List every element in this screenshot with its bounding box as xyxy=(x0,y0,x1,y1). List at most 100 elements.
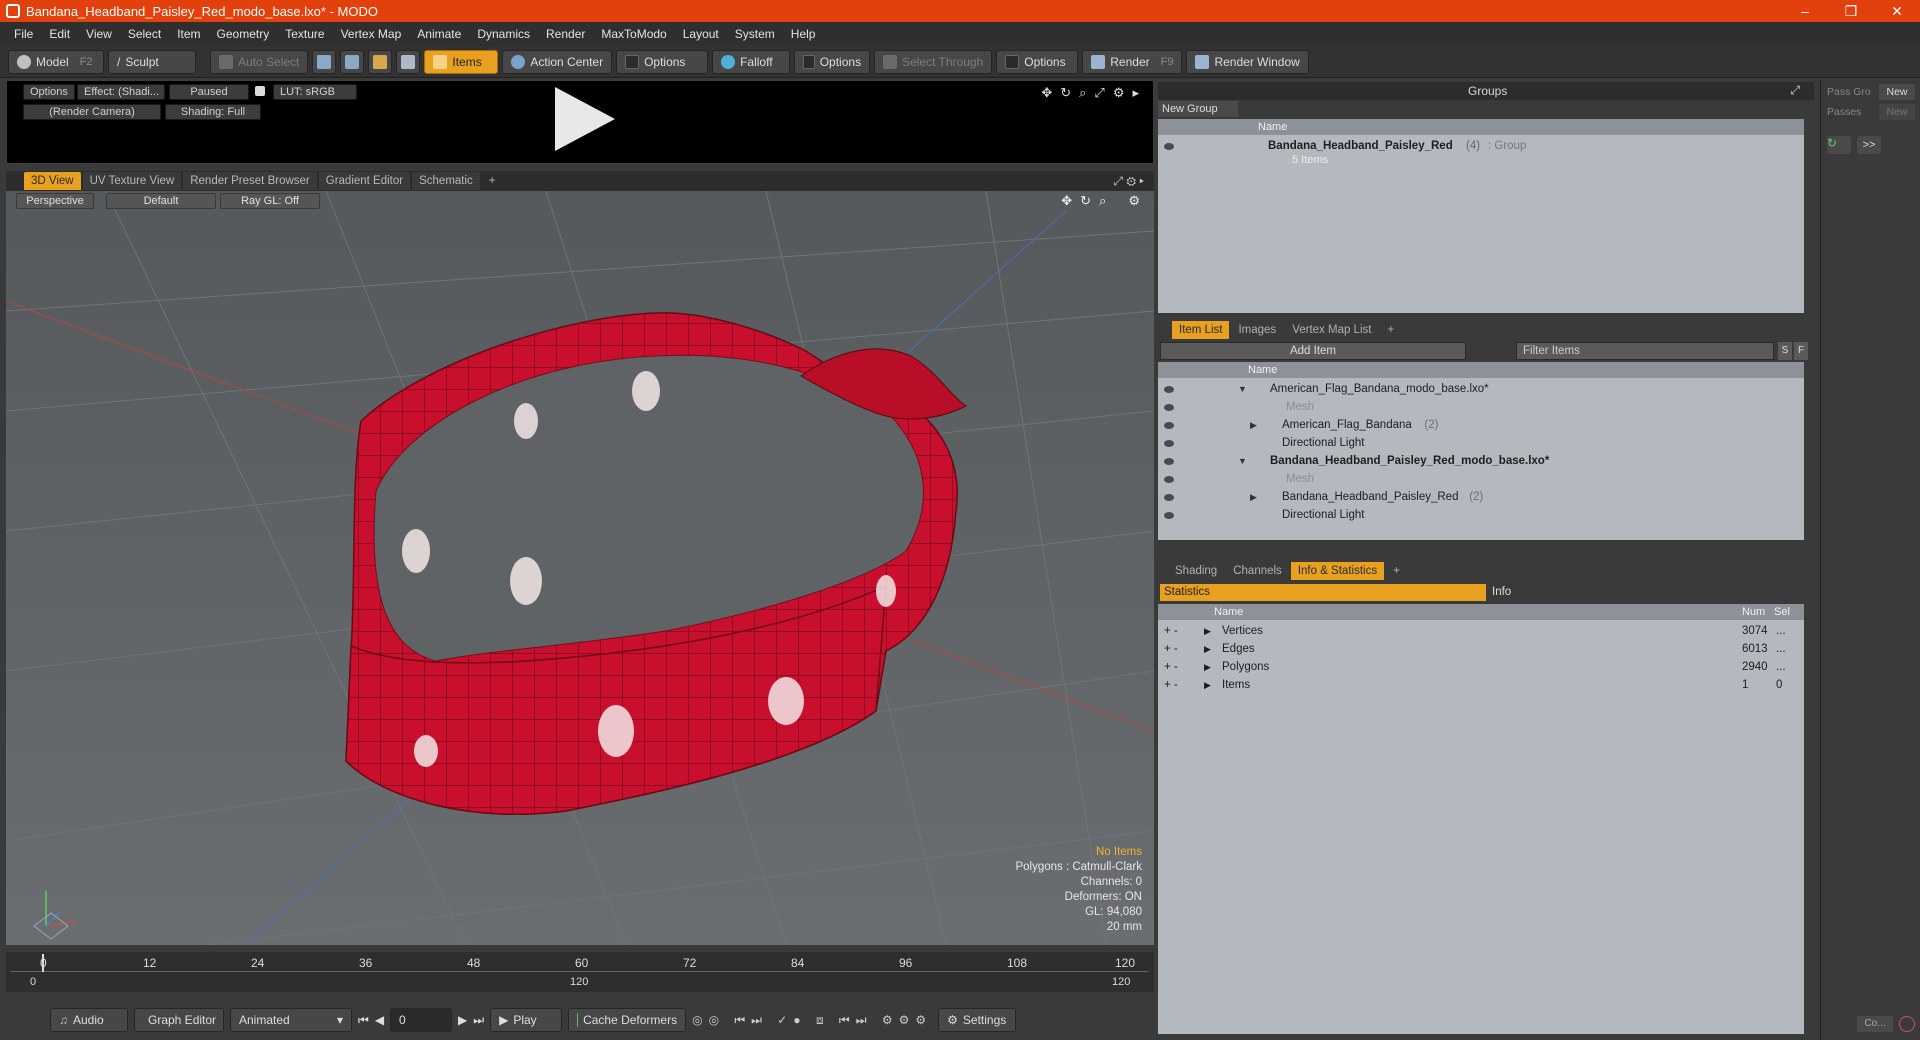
menu-render[interactable]: Render xyxy=(538,27,593,41)
expand-arrow-icon[interactable]: ▶ xyxy=(1250,488,1257,506)
add-tab-button[interactable]: + xyxy=(1386,562,1407,580)
preview-options-button[interactable]: Options xyxy=(23,84,75,100)
plus-minus-icon[interactable]: + - xyxy=(1164,622,1178,640)
tab-images[interactable]: Images xyxy=(1231,321,1284,339)
3d-viewport[interactable]: Perspective Default Ray GL: Off ✥ ↻ ⌕ ⚙ … xyxy=(6,191,1154,945)
action-center-button[interactable]: Action Center xyxy=(502,49,613,74)
expand-arrow-icon[interactable]: ▶ xyxy=(1204,640,1211,658)
menu-layout[interactable]: Layout xyxy=(675,27,727,41)
zoom-icon[interactable]: ⌕ xyxy=(1099,193,1106,209)
plus-minus-icon[interactable]: + - xyxy=(1164,658,1178,676)
falloff-options-button[interactable]: Options xyxy=(794,49,871,74)
plus-minus-icon[interactable]: + - xyxy=(1164,676,1178,694)
timeline[interactable]: 0 12 24 36 48 60 72 84 96 108 120 0 120 … xyxy=(6,952,1154,992)
render-button[interactable]: Render F9 xyxy=(1082,49,1183,74)
add-tab-button[interactable]: + xyxy=(482,172,503,190)
eye-icon[interactable] xyxy=(1164,143,1174,150)
expand-icon[interactable]: ⤢ xyxy=(1790,83,1800,98)
skip-forward-icon[interactable]: ⏭ xyxy=(473,1013,484,1028)
expand-icon[interactable]: ⤢ xyxy=(1094,85,1104,101)
skip-back-icon[interactable]: ⏮ xyxy=(358,1013,369,1028)
menu-help[interactable]: Help xyxy=(783,27,824,41)
polygons-mode-button[interactable] xyxy=(368,49,393,74)
item-list-row[interactable]: Mesh xyxy=(1158,398,1804,416)
select-through-options-button[interactable]: Options xyxy=(996,49,1079,74)
eye-icon[interactable] xyxy=(1164,422,1174,429)
preview-camera-dropdown[interactable]: (Render Camera) xyxy=(23,104,161,120)
statistics-row[interactable]: + - ▶ Items 1 0 xyxy=(1158,676,1804,694)
minimize-button[interactable]: – xyxy=(1782,0,1828,22)
expand-arrow-icon[interactable]: ▼ xyxy=(1238,452,1247,470)
frame-input[interactable]: 0 xyxy=(390,1008,453,1032)
tab-schematic[interactable]: Schematic xyxy=(412,172,480,190)
expand-arrow-icon[interactable]: ▼ xyxy=(1238,380,1247,398)
item-list-row[interactable]: Directional Light xyxy=(1158,506,1804,524)
sculpt-mode-button[interactable]: / Sculpt xyxy=(108,49,196,74)
pan-icon[interactable]: ✥ xyxy=(1061,193,1072,209)
menu-texture[interactable]: Texture xyxy=(277,27,332,41)
menu-view[interactable]: View xyxy=(78,27,120,41)
preview-lut-dropdown[interactable]: LUT: sRGB xyxy=(273,84,357,100)
new-group-button[interactable]: New Group xyxy=(1158,101,1238,117)
tab-channels[interactable]: Channels xyxy=(1226,562,1289,580)
plus-minus-icon[interactable]: + - xyxy=(1164,640,1178,658)
falloff-button[interactable]: Falloff xyxy=(712,49,791,74)
playhead[interactable] xyxy=(42,954,44,972)
menu-geometry[interactable]: Geometry xyxy=(209,27,278,41)
settings-button[interactable]: ⚙ Settings xyxy=(938,1008,1017,1032)
item-list-row[interactable]: ▶ American_Flag_Bandana (2) xyxy=(1158,416,1804,434)
expand-arrow-icon[interactable]: ▶ xyxy=(1204,622,1211,640)
orbit-icon[interactable]: ↻ xyxy=(1080,193,1091,209)
raygl-toggle[interactable]: Ray GL: Off xyxy=(220,193,320,209)
preview-paused-button[interactable]: Paused xyxy=(169,84,249,100)
maximize-button[interactable]: ❐ xyxy=(1828,0,1874,22)
play-button[interactable]: ▶ Play xyxy=(490,1008,563,1032)
eye-icon[interactable] xyxy=(1164,440,1174,447)
statistics-table[interactable]: Name Num Sel + - ▶ Vertices 3074... + - ▶ Edge… xyxy=(1158,604,1804,1034)
item-list-row[interactable]: ▼ Bandana_Headband_Paisley_Red_modo_base.… xyxy=(1158,452,1804,470)
edges-mode-button[interactable] xyxy=(340,49,365,74)
statistics-tab[interactable]: Statistics xyxy=(1160,584,1486,601)
menu-file[interactable]: File xyxy=(6,27,41,41)
viewport-settings-gear-icon[interactable]: ⚙ xyxy=(1128,193,1140,209)
add-tab-button[interactable]: + xyxy=(1380,321,1401,339)
tab-info-statistics[interactable]: Info & Statistics xyxy=(1290,562,1385,580)
statistics-row[interactable]: + - ▶ Polygons 2940... xyxy=(1158,658,1804,676)
add-item-dropdown[interactable]: Add Item xyxy=(1160,342,1466,360)
item-list-row[interactable]: ▼ American_Flag_Bandana_modo_base.lxo* xyxy=(1158,380,1804,398)
lock-icon[interactable] xyxy=(255,86,265,96)
more-button[interactable]: >> xyxy=(1857,136,1881,154)
arrow-right-icon[interactable]: ▸ xyxy=(1132,85,1139,101)
expand-arrow-icon[interactable]: ▶ xyxy=(1204,676,1211,694)
eye-icon[interactable] xyxy=(1164,476,1174,483)
tab-shading[interactable]: Shading xyxy=(1168,562,1225,580)
model-mode-button[interactable]: Model F2 xyxy=(8,49,104,74)
menu-animate[interactable]: Animate xyxy=(409,27,469,41)
refresh-icon[interactable]: ↻ xyxy=(1827,136,1851,154)
statistics-row[interactable]: + - ▶ Vertices 3074... xyxy=(1158,622,1804,640)
animated-dropdown[interactable]: Animated ▾ xyxy=(230,1008,352,1032)
menu-dynamics[interactable]: Dynamics xyxy=(469,27,538,41)
tab-gradient-editor[interactable]: Gradient Editor xyxy=(318,172,411,190)
cache-deformers-button[interactable]: Cache Deformers xyxy=(568,1008,687,1032)
move-icon[interactable]: ✥ xyxy=(1041,85,1052,101)
f-button[interactable]: F xyxy=(1794,342,1808,360)
auto-select-button[interactable]: Auto Select xyxy=(210,49,309,74)
tab-render-preset-browser[interactable]: Render Preset Browser xyxy=(183,172,317,190)
perspective-dropdown[interactable]: Perspective xyxy=(16,193,94,209)
graph-editor-button[interactable]: Graph Editor xyxy=(134,1008,224,1032)
item-list-row[interactable]: Mesh xyxy=(1158,470,1804,488)
menu-edit[interactable]: Edit xyxy=(41,27,78,41)
menu-vertex-map[interactable]: Vertex Map xyxy=(333,27,410,41)
tab-item-list[interactable]: Item List xyxy=(1172,321,1230,339)
default-style-dropdown[interactable]: Default xyxy=(106,193,216,209)
group-row[interactable]: Bandana_Headband_Paisley_Red (4) : Group xyxy=(1158,137,1804,155)
tab-uv-texture-view[interactable]: UV Texture View xyxy=(82,172,182,190)
audio-button[interactable]: ♫ Audio xyxy=(50,1008,128,1032)
preview-shading-dropdown[interactable]: Shading: Full xyxy=(165,104,261,120)
item-list-tree[interactable]: Name ▼ American_Flag_Bandana_modo_base.lx… xyxy=(1158,362,1804,540)
menu-item[interactable]: Item xyxy=(169,27,208,41)
step-back-icon[interactable]: ◀ xyxy=(375,1013,384,1027)
action-center-options-button[interactable]: Options xyxy=(616,49,709,74)
rotate-icon[interactable]: ↻ xyxy=(1060,85,1071,101)
